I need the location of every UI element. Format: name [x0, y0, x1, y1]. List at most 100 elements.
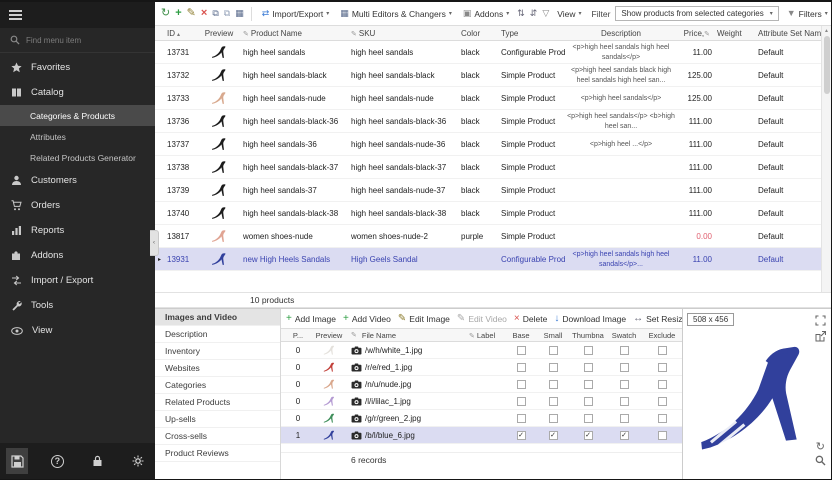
product-row[interactable]: ▸ 13817 women shoes-nude women shoes-nud… [155, 225, 821, 248]
swatch-checkbox[interactable] [620, 431, 629, 440]
import-export-button[interactable]: ⇄ Import/Export ▾ [259, 7, 333, 21]
exclude-checkbox[interactable] [658, 363, 667, 372]
sidebar-collapse-handle[interactable]: ‹ [150, 230, 159, 256]
filters-button[interactable]: ▼ Filters ▾ [784, 7, 831, 21]
cell-base[interactable] [505, 380, 537, 389]
sidebar-item-attributes[interactable]: Attributes [0, 126, 155, 147]
column-header-file-name[interactable]: ✎File Name [351, 331, 467, 340]
row-expander-icon[interactable]: ▸ [155, 95, 164, 102]
copy-icon[interactable]: ⧉ [212, 9, 218, 18]
column-header-exclude[interactable]: Exclude [641, 331, 683, 340]
row-expander-icon[interactable]: ▸ [155, 72, 164, 79]
cell-thumbnail[interactable] [569, 414, 607, 423]
base-checkbox[interactable] [517, 346, 526, 355]
thumbnail-checkbox[interactable] [584, 414, 593, 423]
product-row[interactable]: ▸ 13732 high heel sandals-black high hee… [155, 64, 821, 87]
cell-small[interactable] [537, 431, 569, 440]
sidebar-item-tools[interactable]: Tools [0, 293, 155, 318]
sidebar-item-catalog[interactable]: Catalog [0, 80, 155, 105]
columns-icon[interactable]: ▦ [235, 9, 244, 18]
column-header-label[interactable]: ✎Label [467, 331, 505, 340]
cell-swatch[interactable] [607, 431, 641, 440]
column-header-description[interactable]: Description [565, 29, 677, 38]
image-row[interactable]: 0 /g/r/green_2.jpg [281, 410, 682, 427]
edit-video-button[interactable]: ✎ Edit Video [457, 314, 507, 324]
small-checkbox[interactable] [549, 346, 558, 355]
column-header-small[interactable]: Small [537, 331, 569, 340]
detail-tab[interactable]: Related Products [155, 394, 280, 411]
scrollbar-thumb[interactable] [824, 36, 830, 94]
cell-base[interactable] [505, 431, 537, 440]
download-image-button[interactable]: ↓ Download Image [554, 314, 626, 324]
menu-icon[interactable] [9, 10, 22, 20]
row-expander-icon[interactable]: ▸ [155, 49, 164, 56]
column-header-thumbnail[interactable]: Thumbna [569, 331, 607, 340]
vertical-scrollbar[interactable]: ▲ [821, 26, 831, 292]
product-row[interactable]: ▸ 13740 high heel sandals-black-38 high … [155, 202, 821, 225]
detail-tab[interactable]: Images and Video [155, 309, 280, 326]
cell-exclude[interactable] [641, 380, 683, 389]
cell-small[interactable] [537, 346, 569, 355]
column-header-price[interactable]: Price,✎ [677, 29, 717, 38]
product-row[interactable]: ▸ 13731 high heel sandals high heel sand… [155, 41, 821, 64]
detail-tab[interactable]: Product Reviews [155, 445, 280, 462]
base-checkbox[interactable] [517, 380, 526, 389]
product-row[interactable]: ▸ 13931 new High Heels Sandals High Geel… [155, 248, 821, 271]
column-header-attribute-set[interactable]: Attribute Set Name [751, 29, 822, 38]
cell-base[interactable] [505, 363, 537, 372]
small-checkbox[interactable] [549, 363, 558, 372]
detail-tab[interactable]: Websites [155, 360, 280, 377]
thumbnail-checkbox[interactable] [584, 380, 593, 389]
gear-icon[interactable] [127, 448, 149, 474]
column-header-product-name[interactable]: ✎Product Name [241, 29, 351, 38]
cell-swatch[interactable] [607, 363, 641, 372]
edit-product-icon[interactable]: ✎ [187, 8, 196, 19]
column-header-base[interactable]: Base [505, 331, 537, 340]
column-header-swatch[interactable]: Swatch [607, 331, 641, 340]
detail-tab[interactable]: Cross-sells [155, 428, 280, 445]
sidebar-item-reports[interactable]: Reports [0, 218, 155, 243]
base-checkbox[interactable] [517, 431, 526, 440]
help-icon[interactable]: ? [46, 448, 68, 474]
column-header-weight[interactable]: Weight [717, 29, 751, 38]
exclude-checkbox[interactable] [658, 414, 667, 423]
add-product-icon[interactable]: + [175, 8, 181, 19]
cell-thumbnail[interactable] [569, 431, 607, 440]
row-expander-icon[interactable]: ▸ [155, 256, 164, 263]
sidebar-item-related-products-generator[interactable]: Related Products Generator [0, 147, 155, 168]
column-header-preview[interactable]: Preview [307, 331, 351, 340]
cell-exclude[interactable] [641, 363, 683, 372]
sidebar-item-orders[interactable]: Orders [0, 193, 155, 218]
detail-tab[interactable]: Description [155, 326, 280, 343]
cell-base[interactable] [505, 397, 537, 406]
paste-icon[interactable]: ⧉ [224, 9, 230, 18]
product-row[interactable]: ▸ 13733 high heel sandals-nude high heel… [155, 87, 821, 110]
row-expander-icon[interactable]: ▸ [155, 164, 164, 171]
swatch-checkbox[interactable] [620, 346, 629, 355]
cell-swatch[interactable] [607, 397, 641, 406]
edit-image-button[interactable]: ✎ Edit Image [398, 314, 450, 324]
detail-tab[interactable]: Categories [155, 377, 280, 394]
exclude-checkbox[interactable] [658, 397, 667, 406]
swatch-checkbox[interactable] [620, 397, 629, 406]
filter-funnel-icon[interactable]: ▽ [542, 9, 549, 18]
image-row[interactable]: 0 /r/e/red_1.jpg [281, 359, 682, 376]
sort-asc-icon[interactable]: ⇅ [517, 9, 525, 18]
cell-exclude[interactable] [641, 397, 683, 406]
delete-image-button[interactable]: × Delete [514, 314, 547, 324]
row-expander-icon[interactable]: ▸ [155, 118, 164, 125]
add-video-button[interactable]: + Add Video [343, 314, 391, 324]
row-expander-icon[interactable]: ▸ [155, 141, 164, 148]
small-checkbox[interactable] [549, 380, 558, 389]
base-checkbox[interactable] [517, 397, 526, 406]
sidebar-item-view[interactable]: View [0, 318, 155, 343]
product-row[interactable]: ▸ 13739 high heel sandals-37 high heel s… [155, 179, 821, 202]
row-expander-icon[interactable]: ▸ [155, 210, 164, 217]
detail-tab[interactable]: Inventory [155, 343, 280, 360]
refresh-icon[interactable]: ↻ [161, 8, 170, 19]
cell-base[interactable] [505, 414, 537, 423]
swatch-checkbox[interactable] [620, 380, 629, 389]
add-image-button[interactable]: + Add Image [286, 314, 336, 324]
lock-icon[interactable] [87, 448, 109, 474]
cell-exclude[interactable] [641, 346, 683, 355]
